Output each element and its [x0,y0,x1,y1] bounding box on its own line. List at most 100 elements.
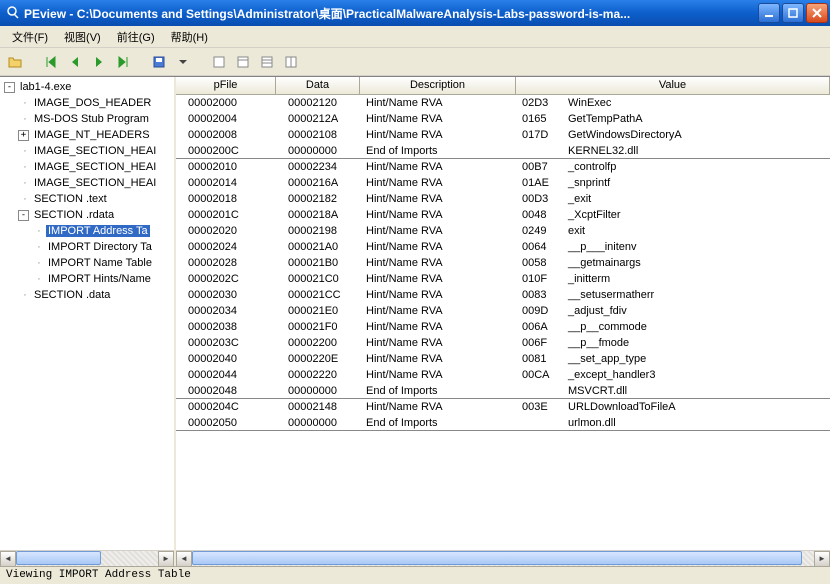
table-row[interactable]: 000020040000212AHint/Name RVA0165GetTemp… [176,111,830,127]
tree-scrollbar[interactable]: ◄ ► [0,550,174,566]
table-row[interactable]: 00002024000021A0Hint/Name RVA0064__p___i… [176,239,830,255]
col-header-value[interactable]: Value [516,77,830,94]
table-row[interactable]: 0000202C000021C0Hint/Name RVA010F_initte… [176,271,830,287]
tree-label: IMPORT Name Table [46,257,154,269]
table-row[interactable]: 000020400000220EHint/Name RVA0081__set_a… [176,351,830,367]
tree-node[interactable]: ·SECTION .text [0,191,174,207]
cell-pfile: 0000203C [176,337,276,349]
table-row[interactable]: 0000204400002220Hint/Name RVA00CA_except… [176,367,830,383]
tree-label: IMPORT Address Ta [46,225,150,237]
menu-file[interactable]: 文件(F) [4,27,56,47]
table-row[interactable]: 0000203C00002200Hint/Name RVA006F__p__fm… [176,335,830,351]
scroll-left-icon[interactable]: ◄ [0,551,16,567]
tree-label: IMAGE_SECTION_HEAI [32,145,158,157]
tree-node[interactable]: -SECTION .rdata [0,207,174,223]
tree-node[interactable]: -lab1-4.exe [0,79,174,95]
cell-value: 006F__p__fmode [516,337,830,349]
table-row[interactable]: 0000202000002198Hint/Name RVA0249exit [176,223,830,239]
table-row[interactable]: 0000204C00002148Hint/Name RVA003EURLDown… [176,399,830,415]
cell-desc: Hint/Name RVA [360,225,516,237]
cell-desc: Hint/Name RVA [360,97,516,109]
mode-button-2[interactable] [232,51,254,73]
cell-value: KERNEL32.dll [516,145,830,157]
tree-node[interactable]: ·IMPORT Hints/Name [0,271,174,287]
cell-data: 000021E0 [276,305,360,317]
cell-pfile: 00002048 [176,385,276,397]
open-file-button[interactable] [4,51,26,73]
maximize-button[interactable] [782,3,804,23]
dropdown-button[interactable] [172,51,194,73]
nav-prev-button[interactable] [64,51,86,73]
cell-desc: End of Imports [360,417,516,429]
cell-pfile: 00002040 [176,353,276,365]
table-row[interactable]: 0000201800002182Hint/Name RVA00D3_exit [176,191,830,207]
tree-node[interactable]: ·MS-DOS Stub Program [0,111,174,127]
col-header-desc[interactable]: Description [360,77,516,94]
cell-data: 00002234 [276,161,360,173]
table-row[interactable]: 0000205000000000End of Importsurlmon.dll [176,415,830,431]
tree-node[interactable]: ·IMPORT Directory Ta [0,239,174,255]
expand-icon[interactable]: - [4,82,15,93]
table-scrollbar[interactable]: ◄ ► [176,550,830,566]
table-row[interactable]: 00002038000021F0Hint/Name RVA006A__p__co… [176,319,830,335]
scroll-left-icon[interactable]: ◄ [176,551,192,567]
table-row[interactable]: 000020140000216AHint/Name RVA01AE_snprin… [176,175,830,191]
toolbar [0,48,830,76]
menu-help[interactable]: 帮助(H) [163,27,216,47]
cell-data: 00000000 [276,385,360,397]
cell-value: 017DGetWindowsDirectoryA [516,129,830,141]
minimize-button[interactable] [758,3,780,23]
titlebar: PEview - C:\Documents and Settings\Admin… [0,0,830,26]
col-header-pfile[interactable]: pFile [176,77,276,94]
mode-button-1[interactable] [208,51,230,73]
expand-icon[interactable]: + [18,130,29,141]
tree-node[interactable]: +IMAGE_NT_HEADERS [0,127,174,143]
table-row[interactable]: 00002034000021E0Hint/Name RVA009D_adjust… [176,303,830,319]
mode-button-4[interactable] [280,51,302,73]
nav-first-button[interactable] [40,51,62,73]
col-header-data[interactable]: Data [276,77,360,94]
table-row[interactable]: 0000200800002108Hint/Name RVA017DGetWind… [176,127,830,143]
tree-node[interactable]: ·SECTION .data [0,287,174,303]
table-row[interactable]: 00002028000021B0Hint/Name RVA0058__getma… [176,255,830,271]
tree-node[interactable]: ·IMPORT Address Ta [0,223,174,239]
mode-button-3[interactable] [256,51,278,73]
cell-desc: Hint/Name RVA [360,401,516,413]
tree-label: IMAGE_SECTION_HEAI [32,161,158,173]
nav-last-button[interactable] [112,51,134,73]
statusbar: Viewing IMPORT Address Table [0,566,830,584]
tree-node[interactable]: ·IMAGE_SECTION_HEAI [0,159,174,175]
cell-data: 00002182 [276,193,360,205]
scroll-right-icon[interactable]: ► [814,551,830,567]
table-body[interactable]: 0000200000002120Hint/Name RVA02D3WinExec… [176,95,830,550]
tree-node[interactable]: ·IMAGE_DOS_HEADER [0,95,174,111]
cell-value: MSVCRT.dll [516,385,830,397]
tree-label: SECTION .rdata [32,209,116,221]
tree-label: IMAGE_SECTION_HEAI [32,177,158,189]
tree-node[interactable]: ·IMAGE_SECTION_HEAI [0,175,174,191]
cell-data: 00002198 [276,225,360,237]
cell-value: 00D3_exit [516,193,830,205]
table-row[interactable]: 0000201000002234Hint/Name RVA00B7_contro… [176,159,830,175]
close-button[interactable] [806,3,828,23]
menu-goto[interactable]: 前往(G) [109,27,163,47]
cell-pfile: 00002018 [176,193,276,205]
tree-label: lab1-4.exe [18,81,73,93]
save-button[interactable] [148,51,170,73]
tree-body[interactable]: -lab1-4.exe·IMAGE_DOS_HEADER·MS-DOS Stub… [0,77,174,550]
tree-node[interactable]: ·IMPORT Name Table [0,255,174,271]
table-row[interactable]: 0000201C0000218AHint/Name RVA0048_XcptFi… [176,207,830,223]
cell-data: 000021CC [276,289,360,301]
cell-desc: Hint/Name RVA [360,161,516,173]
table-row[interactable]: 00002030000021CCHint/Name RVA0083__setus… [176,287,830,303]
tree-node[interactable]: ·IMAGE_SECTION_HEAI [0,143,174,159]
expand-icon[interactable]: - [18,210,29,221]
scroll-right-icon[interactable]: ► [158,551,174,567]
nav-next-button[interactable] [88,51,110,73]
table-row[interactable]: 0000204800000000End of ImportsMSVCRT.dll [176,383,830,399]
menu-view[interactable]: 视图(V) [56,27,109,47]
cell-pfile: 00002050 [176,417,276,429]
table-row[interactable]: 0000200000002120Hint/Name RVA02D3WinExec [176,95,830,111]
tree-label: IMPORT Directory Ta [46,241,154,253]
table-row[interactable]: 0000200C00000000End of ImportsKERNEL32.d… [176,143,830,159]
